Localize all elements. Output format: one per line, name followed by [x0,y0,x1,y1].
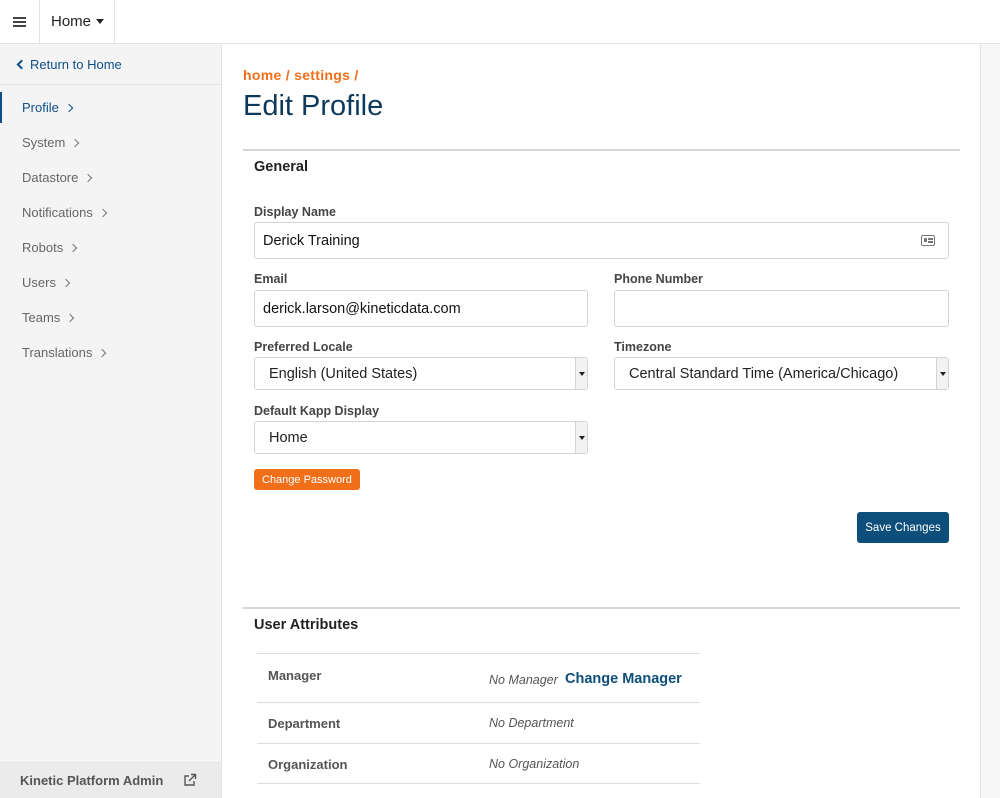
section-divider [243,607,960,609]
breadcrumb: home / settings / [243,67,359,83]
section-divider [243,149,960,151]
chevron-right-icon [61,278,71,287]
sidebar-item-label: Robots [22,240,64,255]
sidebar-item-teams[interactable]: Teams [0,300,221,335]
change-manager-link[interactable]: Change Manager [565,671,682,687]
breadcrumb-home-link[interactable]: home [243,67,282,83]
chevron-right-icon [71,138,80,147]
return-to-home-link[interactable]: Return to Home [0,44,221,85]
return-to-home-label: Return to Home [30,56,122,72]
hamburger-menu-button[interactable] [0,0,40,43]
attribute-key: Organization [268,757,348,772]
main-content: home / settings / Edit Profile General D… [222,44,980,798]
chevron-right-icon [98,208,108,217]
sidebar-nav: Profile System Datastore Notifications R… [0,90,221,370]
phone-number-label: Phone Number [614,272,703,286]
scrollbar-track[interactable] [980,44,1000,798]
kapp-dropdown[interactable]: Home [40,0,115,43]
attribute-value: No Department [489,716,574,730]
timezone-label: Timezone [614,340,672,354]
chevron-left-icon [16,59,27,69]
chevron-right-icon [84,173,93,182]
chevron-right-icon [68,243,78,252]
sidebar-item-translations[interactable]: Translations [0,335,221,370]
sidebar-item-label: Datastore [22,170,79,185]
sidebar-item-users[interactable]: Users [0,265,221,300]
table-row: Organization No Organization [257,743,700,784]
breadcrumb-settings-link[interactable]: settings [294,67,350,83]
select-arrow-icon [575,358,587,389]
sidebar-item-label: Translations [22,345,93,360]
kapp-dropdown-label: Home [51,13,92,30]
sidebar-footer: Kinetic Platform Admin [0,762,221,798]
save-changes-button[interactable]: Save Changes [857,512,949,543]
sidebar-item-label: System [22,135,66,150]
default-kapp-display-label: Default Kapp Display [254,404,380,418]
display-name-field[interactable]: Derick Training [254,222,949,259]
sidebar-item-notifications[interactable]: Notifications [0,195,221,230]
table-row: Department No Department [257,702,700,743]
email-value: derick.larson@kineticdata.com [263,300,461,317]
chevron-right-icon [66,313,75,322]
timezone-value: Central Standard Time (America/Chicago) [629,365,899,382]
breadcrumb-separator: / [350,67,359,83]
preferred-locale-label: Preferred Locale [254,340,353,354]
page-title: Edit Profile [243,90,384,122]
display-name-label: Display Name [254,205,336,219]
attribute-key: Manager [268,668,322,683]
user-attributes-table: Manager No Manager Change Manager Depart… [257,653,700,784]
sidebar-item-datastore[interactable]: Datastore [0,160,221,195]
chevron-right-icon [98,348,107,357]
sidebar-item-label: Teams [22,310,61,325]
caret-down-icon [96,19,105,24]
change-password-button[interactable]: Change Password [254,469,360,490]
email-field[interactable]: derick.larson@kineticdata.com [254,290,588,327]
id-card-icon [921,235,935,246]
user-attributes-section-title: User Attributes [254,617,359,633]
table-row: Manager No Manager Change Manager [257,653,700,702]
breadcrumb-separator: / [281,67,295,83]
sidebar-item-system[interactable]: System [0,125,221,160]
sidebar: Return to Home Profile System Datastore … [0,44,222,798]
phone-number-field[interactable] [614,290,949,327]
sidebar-item-profile[interactable]: Profile [0,90,221,125]
default-kapp-display-value: Home [269,429,308,446]
sidebar-item-label: Users [22,275,56,290]
top-navbar: Home [0,0,1000,44]
attribute-key: Department [268,716,341,731]
sidebar-item-robots[interactable]: Robots [0,230,221,265]
display-name-value: Derick Training [263,232,360,249]
select-arrow-icon [936,358,948,389]
attribute-value: No Manager [489,673,558,687]
timezone-select[interactable]: Central Standard Time (America/Chicago) [614,357,949,390]
attribute-value: No Organization [489,757,580,771]
platform-admin-label: Kinetic Platform Admin [20,773,164,788]
chevron-right-icon [64,103,74,112]
external-link-icon[interactable] [183,773,197,787]
select-arrow-icon [575,422,587,453]
default-kapp-display-select[interactable]: Home [254,421,588,454]
general-section-title: General [254,159,308,175]
sidebar-item-label: Notifications [22,205,93,220]
preferred-locale-select[interactable]: English (United States) [254,357,588,390]
email-label: Email [254,272,288,286]
hamburger-icon [13,16,26,27]
preferred-locale-value: English (United States) [269,365,418,382]
sidebar-item-label: Profile [22,100,59,115]
